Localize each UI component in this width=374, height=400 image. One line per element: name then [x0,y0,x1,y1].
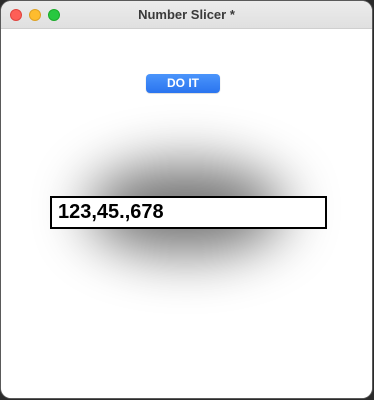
window-title: Number Slicer * [138,7,235,22]
number-input[interactable] [50,196,327,229]
window-content: DO IT [1,29,372,398]
title-bar[interactable]: Number Slicer * [1,1,372,29]
do-it-button[interactable]: DO IT [146,74,220,93]
app-window: Number Slicer * DO IT [1,1,372,398]
